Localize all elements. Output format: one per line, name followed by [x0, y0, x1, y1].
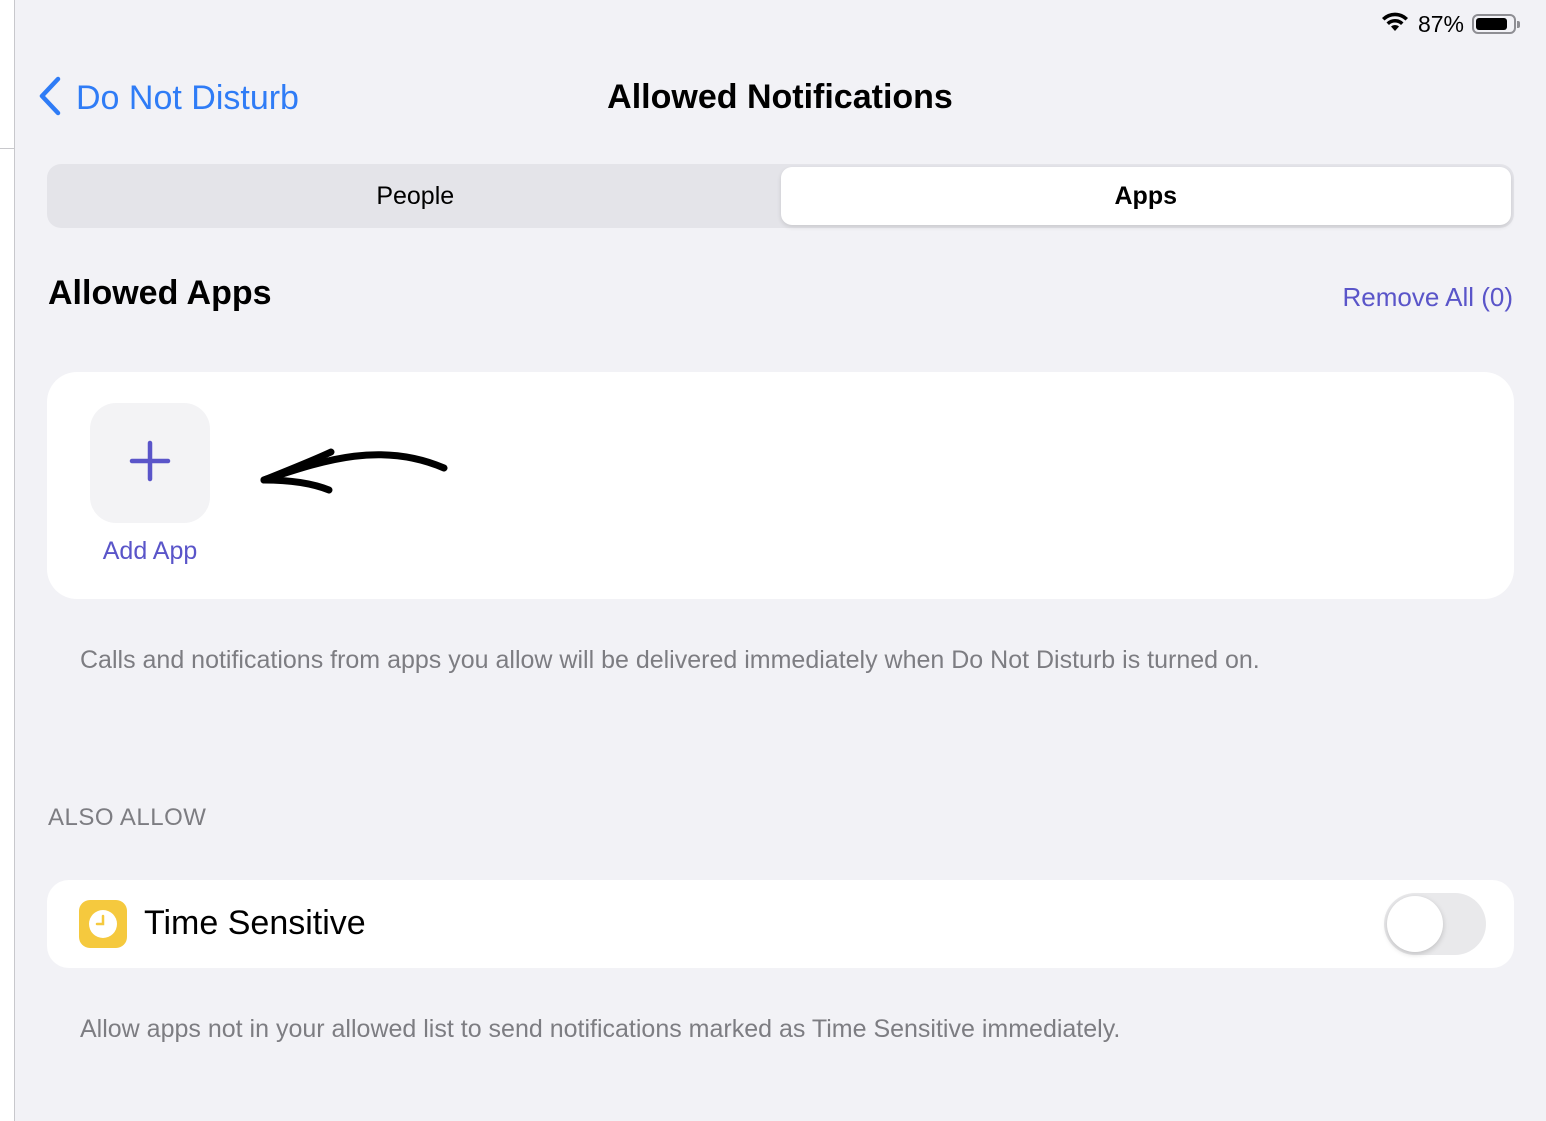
status-bar: 87% — [1380, 8, 1520, 40]
plus-icon — [128, 439, 172, 488]
settings-screen: 87% Do Not Disturb Allowed Notifications… — [0, 0, 1546, 1121]
toggle-knob — [1387, 896, 1443, 952]
allowed-apps-title: Allowed Apps — [48, 274, 272, 312]
split-view-divider — [0, 0, 15, 1121]
add-app-label: Add App — [102, 537, 198, 565]
tab-people[interactable]: People — [50, 167, 781, 225]
battery-percent: 87% — [1417, 10, 1464, 37]
add-app-button[interactable]: Add App — [90, 403, 210, 566]
time-sensitive-footer: Allow apps not in your allowed list to s… — [80, 1015, 1121, 1043]
allowed-apps-footer: Calls and notifications from apps you al… — [80, 646, 1260, 674]
page-title: Allowed Notifications — [607, 78, 953, 116]
time-sensitive-row: Time Sensitive — [47, 880, 1514, 968]
remove-all-button[interactable]: Remove All (0) — [1343, 282, 1514, 313]
people-apps-segmented-control: People Apps — [47, 164, 1514, 228]
time-sensitive-label: Time Sensitive — [144, 904, 366, 942]
clock-icon — [79, 900, 127, 948]
allowed-apps-card: Add App — [47, 372, 1514, 599]
battery-icon — [1472, 14, 1520, 34]
add-app-tile[interactable] — [90, 403, 210, 523]
hand-drawn-arrow — [260, 448, 448, 494]
battery-fill — [1476, 18, 1508, 30]
also-allow-header: ALSO ALLOW — [48, 804, 207, 831]
tab-apps[interactable]: Apps — [780, 167, 1511, 225]
time-sensitive-toggle[interactable] — [1384, 893, 1486, 955]
wifi-icon — [1380, 10, 1410, 39]
